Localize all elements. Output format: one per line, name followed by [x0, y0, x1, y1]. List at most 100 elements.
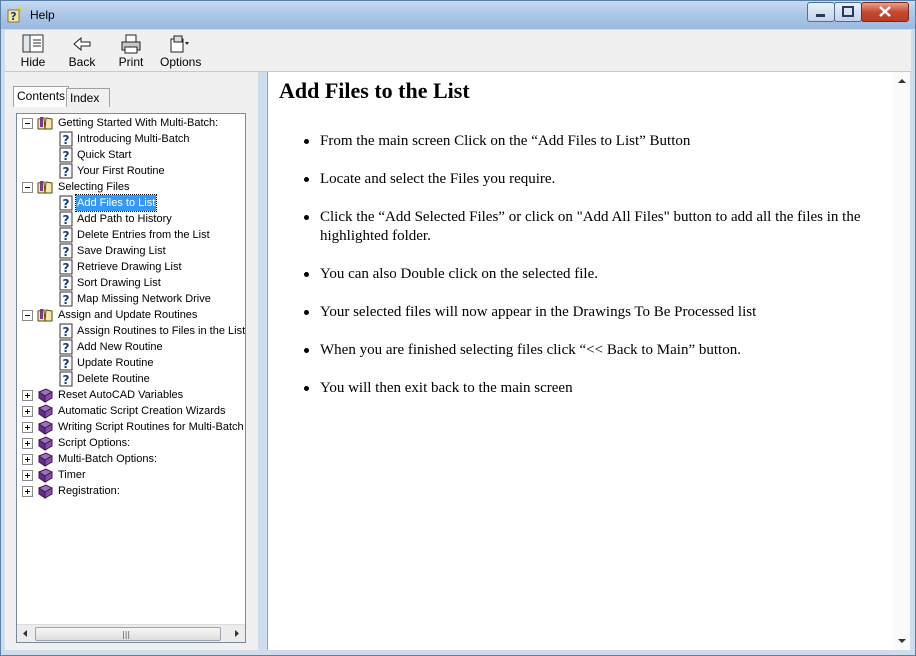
close-button[interactable]	[861, 2, 909, 22]
tree-book[interactable]: Reset AutoCAD Variables	[17, 387, 245, 403]
tree-book[interactable]: Automatic Script Creation Wizards	[17, 403, 245, 419]
contents-tree[interactable]: Getting Started With Multi-Batch:? Introd…	[16, 113, 246, 643]
print-button[interactable]: Print	[116, 32, 146, 70]
tree-book[interactable]: Assign and Update Routines	[17, 307, 245, 323]
navigation-pane: Contents Index Getting Started With Mult…	[5, 72, 258, 650]
tree-book[interactable]: Selecting Files	[17, 179, 245, 195]
tree-book[interactable]: Registration:	[17, 483, 245, 499]
back-button[interactable]: Back	[66, 32, 98, 70]
tab-contents[interactable]: Contents	[13, 86, 69, 107]
topic-bullet: You will then exit back to the main scre…	[300, 379, 870, 398]
tree-topic[interactable]: ? Add Path to History	[17, 211, 245, 227]
expand-icon[interactable]	[22, 406, 33, 417]
tab-contents-label: Contents	[17, 89, 66, 103]
tree-book-label: Script Options:	[58, 437, 131, 449]
tree-book-label: Automatic Script Creation Wizards	[58, 405, 226, 417]
vertical-scrollbar[interactable]	[894, 72, 910, 650]
expand-icon[interactable]	[22, 470, 33, 481]
tree-topic[interactable]: ? Save Drawing List	[17, 243, 245, 259]
topic-bullet: From the main screen Click on the “Add F…	[300, 132, 870, 151]
tree-topic-label: Introducing Multi-Batch	[77, 133, 190, 145]
closed-book-icon	[37, 387, 54, 403]
tree-book-label: Selecting Files	[58, 181, 130, 193]
topic-bullet: When you are finished selecting files cl…	[300, 341, 870, 360]
expand-icon[interactable]	[22, 438, 33, 449]
closed-book-icon	[37, 403, 54, 419]
tree-topic[interactable]: ? Add Files to List	[17, 194, 245, 212]
minimize-button[interactable]	[807, 2, 835, 22]
help-page-icon: ?	[58, 323, 74, 339]
scroll-left-icon[interactable]	[17, 625, 34, 642]
options-label: Options	[160, 55, 202, 69]
tree-topic[interactable]: ? Quick Start	[17, 147, 245, 163]
svg-text:?: ?	[63, 245, 70, 259]
tree-book[interactable]: Writing Script Routines for Multi-Batch	[17, 419, 245, 435]
svg-text:?: ?	[63, 293, 70, 307]
tree-book-label: Timer	[58, 469, 86, 481]
tree-topic[interactable]: ? Update Routine	[17, 355, 245, 371]
tree-topic-label: Map Missing Network Drive	[77, 293, 211, 305]
options-button[interactable]: Options	[160, 32, 202, 70]
tree-topic[interactable]: ? Delete Routine	[17, 371, 245, 387]
svg-text:?: ?	[63, 357, 70, 371]
scrollbar-thumb[interactable]: |||	[35, 627, 221, 641]
help-page-icon: ?	[58, 243, 74, 259]
expand-icon[interactable]	[22, 422, 33, 433]
tree-book[interactable]: Getting Started With Multi-Batch:	[17, 115, 245, 131]
tree-topic[interactable]: ? Retrieve Drawing List	[17, 259, 245, 275]
expand-icon[interactable]	[22, 486, 33, 497]
tree-topic[interactable]: ? Sort Drawing List	[17, 275, 245, 291]
help-page-icon: ?	[58, 355, 74, 371]
expand-icon[interactable]	[22, 390, 33, 401]
scroll-right-icon[interactable]	[228, 625, 245, 642]
tree-topic[interactable]: ? Your First Routine	[17, 163, 245, 179]
collapse-icon[interactable]	[22, 118, 33, 129]
tree-topic[interactable]: ? Introducing Multi-Batch	[17, 131, 245, 147]
tree-book[interactable]: Timer	[17, 467, 245, 483]
back-label: Back	[68, 55, 96, 69]
maximize-icon	[842, 6, 854, 17]
closed-book-icon	[37, 467, 54, 483]
scroll-up-icon[interactable]	[894, 74, 910, 88]
topic-bullet: Locate and select the Files you require.	[300, 170, 870, 189]
maximize-button[interactable]	[834, 2, 862, 22]
tree-topic-label: Update Routine	[77, 357, 154, 369]
hide-label: Hide	[20, 55, 46, 69]
tree-topic[interactable]: ? Delete Entries from the List	[17, 227, 245, 243]
print-label[interactable]: Print	[116, 55, 146, 69]
help-page-icon: ?	[58, 291, 74, 307]
help-page-icon: ?	[58, 371, 74, 387]
collapse-icon[interactable]	[22, 182, 33, 193]
help-page-icon: ?	[58, 163, 74, 179]
open-book-icon	[37, 179, 53, 195]
tree-topic-label: Add Files to List	[74, 194, 158, 212]
tree-book-label: Multi-Batch Options:	[58, 453, 158, 465]
scroll-down-icon[interactable]	[894, 634, 910, 648]
help-page-icon: ?	[58, 131, 74, 147]
title-bar[interactable]: ? Help	[1, 1, 915, 29]
hide-pane-icon	[22, 34, 44, 53]
minimize-icon	[816, 14, 825, 17]
closed-book-icon	[37, 435, 54, 451]
horizontal-scrollbar[interactable]: |||	[17, 624, 245, 642]
tree-book[interactable]: Multi-Batch Options:	[17, 451, 245, 467]
toolbar: Hide Back Print Options	[5, 30, 911, 72]
topic-bullet: You can also Double click on the selecte…	[300, 265, 870, 284]
svg-text:?: ?	[63, 229, 70, 243]
pane-splitter[interactable]	[258, 72, 267, 650]
tree-book[interactable]: Script Options:	[17, 435, 245, 451]
back-arrow-icon	[73, 36, 91, 52]
tree-topic[interactable]: ? Map Missing Network Drive	[17, 291, 245, 307]
expand-icon[interactable]	[22, 454, 33, 465]
window-frame-bottom	[1, 650, 915, 655]
collapse-icon[interactable]	[22, 310, 33, 321]
tree-topic-label: Add New Routine	[77, 341, 163, 353]
tab-index[interactable]: Index	[66, 88, 110, 107]
svg-text:?: ?	[63, 373, 70, 387]
tree-topic[interactable]: ? Add New Routine	[17, 339, 245, 355]
help-page-icon: ?	[58, 339, 74, 355]
hide-button[interactable]: Hide	[17, 32, 49, 70]
help-page-icon: ?	[58, 147, 74, 163]
tree-topic-label: Your First Routine	[77, 165, 165, 177]
tree-topic[interactable]: ? Assign Routines to Files in the List	[17, 323, 245, 339]
